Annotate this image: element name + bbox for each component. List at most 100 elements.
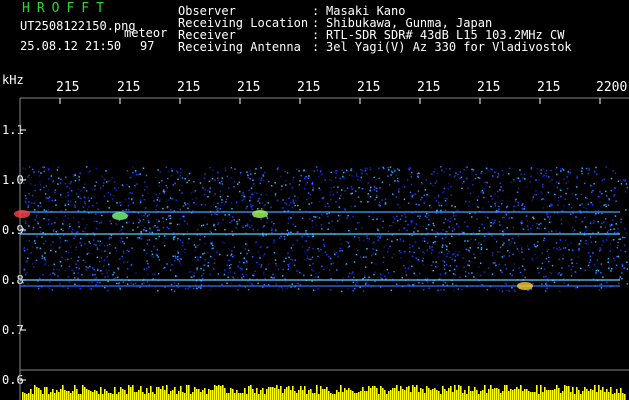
noise-dot [429,247,431,249]
noise-dot [156,222,158,224]
noise-dot [100,270,102,272]
noise-dot [207,196,209,198]
noise-dot [196,234,198,237]
noise-dot [377,276,379,279]
noise-dot [318,201,321,203]
noise-dot [316,169,319,172]
noise-dot [401,215,403,217]
noise-dot [413,251,415,254]
noise-dot [405,216,407,218]
noise-dot [588,169,590,171]
noise-dot [297,282,299,285]
noise-dot [100,220,103,222]
level-bar [158,387,160,400]
noise-dot [333,186,335,188]
noise-dot [253,183,255,185]
noise-dot [34,184,36,186]
noise-dot [201,275,203,277]
noise-dot [207,190,209,192]
noise-dot [532,196,534,198]
noise-dot [569,171,571,174]
noise-dot [494,219,496,222]
noise-dot [426,249,428,251]
noise-dot [468,205,470,207]
noise-dot [541,262,544,265]
noise-dot [143,198,146,201]
level-bar [170,391,172,400]
noise-dot [377,239,379,241]
noise-dot [597,212,600,215]
noise-dot [262,235,265,237]
noise-dot [137,173,140,176]
noise-dot [478,230,481,232]
noise-dot [313,215,315,218]
noise-dot [154,212,157,215]
noise-dot [59,237,61,239]
noise-dot [116,202,118,204]
noise-dot [438,251,440,254]
level-bar [248,386,250,400]
noise-dot [574,229,576,231]
level-bar [58,392,60,400]
noise-dot [445,263,448,266]
noise-dot [579,231,582,234]
level-bar [560,393,562,400]
level-bar [332,394,334,400]
level-bar [462,393,464,400]
noise-dot [270,185,273,187]
noise-dot [374,280,376,283]
noise-dot [475,174,477,176]
noise-dot [323,245,326,248]
noise-dot [219,204,222,207]
noise-dot [608,267,610,269]
level-bar [326,387,328,400]
level-bar [334,394,336,400]
noise-dot [360,200,362,203]
noise-dot [348,229,350,232]
noise-dot [101,175,104,178]
noise-dot [422,251,424,253]
noise-dot [435,199,438,202]
noise-dot [396,215,398,218]
noise-dot [161,180,163,182]
noise-dot [532,283,534,285]
noise-dot [280,286,283,289]
level-bar [442,386,444,400]
noise-dot [180,249,183,251]
level-bar [568,386,570,400]
noise-dot [219,182,221,184]
level-bar [352,391,354,400]
level-bar [566,386,568,400]
noise-dot [551,230,553,233]
noise-dot [372,253,374,256]
noise-dot [383,246,385,248]
noise-dot [409,290,411,292]
level-bar [208,389,210,400]
noise-dot [67,191,69,194]
noise-dot [184,252,186,254]
noise-dot [491,273,494,275]
level-bar [458,385,460,400]
noise-dot [219,190,221,192]
noise-dot [239,190,241,193]
noise-dot [559,189,562,191]
noise-dot [60,228,63,231]
noise-dot [532,198,534,201]
noise-dot [337,256,339,258]
noise-dot [320,181,323,183]
noise-dot [102,185,104,187]
noise-dot [601,212,603,215]
level-bar [604,392,606,400]
noise-dot [170,222,172,225]
noise-dot [545,257,548,260]
noise-dot [108,180,110,182]
level-bar [324,389,326,400]
noise-dot [417,190,420,192]
level-bar [484,385,486,400]
noise-dot [241,268,243,270]
noise-dot [413,272,416,275]
noise-dot [260,177,263,179]
noise-dot [347,275,350,278]
noise-dot [126,236,128,239]
noise-dot [162,207,164,210]
